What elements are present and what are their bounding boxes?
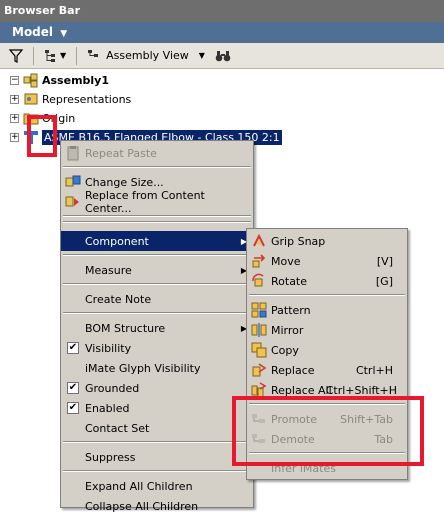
change-size-icon (65, 175, 81, 187)
pattern-icon (251, 302, 267, 318)
tree-item-representations[interactable]: + Representations (10, 90, 131, 108)
annotation-highlight-box (232, 396, 424, 466)
move-icon (252, 254, 266, 268)
menu-item-repeat-paste[interactable]: Repeat Paste (61, 143, 253, 163)
browser-toolbar: ▼ Assembly View ▼ (0, 43, 444, 69)
menu-item-grip-snap[interactable]: Grip Snap (247, 231, 407, 251)
replace-icon (252, 363, 267, 377)
menu-separator (63, 254, 251, 256)
binoculars-icon (215, 50, 231, 61)
chevron-down-icon: ▼ (198, 51, 205, 60)
annotation-highlight-box (27, 115, 57, 157)
chevron-down-icon: ▼ (60, 51, 67, 60)
model-label: Model (12, 25, 54, 39)
menu-separator (63, 221, 251, 223)
menu-item-visibility[interactable]: ✔ Visibility (61, 338, 253, 358)
tree-item-label: Representations (42, 92, 132, 106)
menu-item-copy[interactable]: Copy (247, 340, 407, 360)
copy-icon (251, 342, 267, 358)
menu-item-replace[interactable]: Replace Ctrl+H (247, 360, 407, 380)
replace-content-center-icon (65, 196, 79, 207)
rotate-icon (252, 273, 264, 287)
menu-separator (63, 215, 251, 217)
tree-structure-icon (45, 49, 55, 62)
menu-item-rotate[interactable]: Rotate [G] (247, 271, 407, 291)
menu-item-expand-all-children[interactable]: Expand All Children (61, 476, 253, 496)
menu-item-bom-structure[interactable]: BOM Structure ▶ (61, 318, 253, 338)
tree-root-label: Assembly1 (42, 73, 109, 87)
menu-item-mirror[interactable]: Mirror (247, 320, 407, 340)
chevron-down-icon: ▼ (60, 29, 68, 39)
model-dropdown[interactable]: Model ▼ (0, 22, 444, 43)
expand-icon[interactable]: + (10, 113, 19, 123)
assembly-view-icon (88, 49, 99, 57)
menu-item-create-note[interactable]: Create Note (61, 289, 253, 309)
find-button[interactable] (212, 47, 234, 65)
menu-separator (63, 441, 251, 443)
grip-snap-icon (253, 233, 265, 247)
menu-item-suppress[interactable]: Suppress (61, 447, 253, 467)
menu-item-enabled[interactable]: ✔ Enabled (61, 398, 253, 418)
menu-item-component[interactable]: Component ▶ (61, 231, 253, 251)
assembly-view-label: Assembly View (106, 49, 189, 62)
checkbox-checked-icon[interactable]: ✔ (67, 402, 79, 414)
menu-separator (63, 166, 251, 168)
expand-icon[interactable]: + (10, 94, 19, 104)
menu-item-move[interactable]: Move [V] (247, 251, 407, 271)
assembly-icon (23, 73, 38, 88)
menu-separator (63, 312, 251, 314)
toolbar-divider (33, 46, 34, 65)
representations-icon (24, 93, 38, 105)
browser-bar-title: Browser Bar (0, 0, 444, 22)
filter-icon (9, 48, 23, 63)
menu-item-pattern[interactable]: Pattern (247, 300, 407, 320)
menu-item-measure[interactable]: Measure ▶ (61, 260, 253, 280)
collapse-icon[interactable]: − (10, 75, 19, 85)
assembly-view-dropdown[interactable]: Assembly View ▼ (84, 47, 208, 65)
menu-separator (63, 470, 251, 472)
expand-icon[interactable]: + (10, 132, 19, 142)
context-menu: Repeat Paste Change Size... Replace from… (60, 140, 254, 513)
menu-item-contact-set[interactable]: Contact Set (61, 418, 253, 438)
mirror-icon (251, 323, 267, 337)
checkbox-checked-icon[interactable]: ✔ (67, 342, 79, 354)
menu-separator (63, 283, 251, 285)
toolbar-divider (76, 46, 78, 65)
menu-item-replace-from-content-center[interactable]: Replace from Content Center... (61, 189, 253, 215)
menu-item-grounded[interactable]: ✔ Grounded (61, 378, 253, 398)
menu-item-collapse-all-children[interactable]: Collapse All Children (61, 496, 253, 516)
tree-root-assembly[interactable]: − Assembly1 (10, 71, 109, 89)
menu-separator (249, 294, 405, 296)
paste-icon (67, 146, 79, 161)
checkbox-checked-icon[interactable]: ✔ (67, 382, 79, 394)
menu-item-imate-glyph-visibility[interactable]: iMate Glyph Visibility (61, 358, 253, 378)
filter-button[interactable] (6, 47, 26, 65)
tree-options-button[interactable]: ▼ (41, 47, 69, 65)
